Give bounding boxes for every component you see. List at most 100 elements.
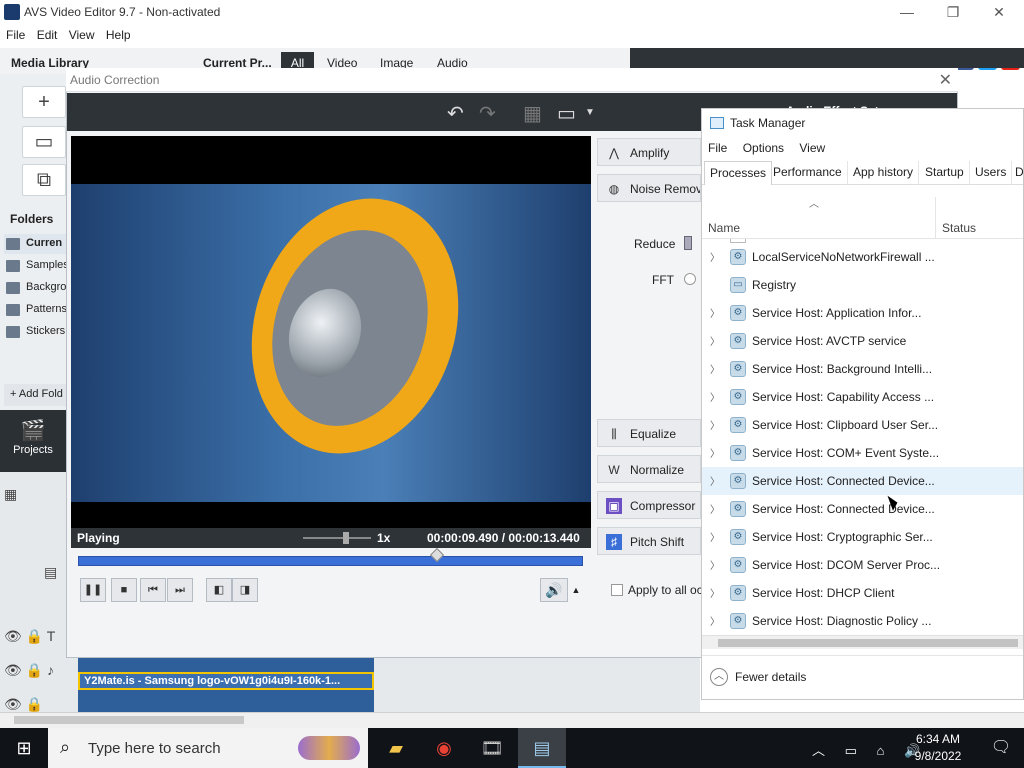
process-row[interactable]: 〉 ⚙ Service Host: Background Intelli... bbox=[702, 355, 1023, 383]
windows-start-icon[interactable]: ⊞ bbox=[0, 728, 48, 768]
process-row[interactable]: 〉 ⚙ LocalServiceNoNetworkFirewall ... bbox=[702, 243, 1023, 271]
process-row[interactable]: 〉 ⚙ Service Host: Diagnostic Policy ... bbox=[702, 607, 1023, 635]
menu-view[interactable]: View bbox=[67, 24, 97, 46]
storyboard-icon[interactable]: ▦ bbox=[4, 486, 17, 503]
menu-edit[interactable]: Edit bbox=[35, 24, 60, 46]
process-row[interactable]: 〉 ⚙ Service Host: Connected Device... bbox=[702, 495, 1023, 523]
process-row[interactable]: 〉 ⚙ Service Host: COM+ Event Syste... bbox=[702, 439, 1023, 467]
effect-compressor-button[interactable]: ▣ Compressor bbox=[597, 491, 701, 519]
reduce-slider[interactable] bbox=[684, 236, 692, 250]
chevron-right-icon[interactable]: 〉 bbox=[710, 333, 720, 348]
video-capture-icon[interactable]: ▭ bbox=[22, 126, 66, 158]
eye-lock-music-icon[interactable]: 👁 🔒 ♪ bbox=[4, 662, 54, 679]
process-list-scrollbar[interactable] bbox=[702, 635, 1023, 649]
chevron-right-icon[interactable]: 〉 bbox=[710, 305, 720, 320]
folder-item[interactable]: Stickers bbox=[4, 322, 66, 342]
apply-to-all-checkbox[interactable]: Apply to all occ bbox=[611, 583, 709, 597]
taskbar-search-box[interactable]: ⌕ Type here to search bbox=[48, 728, 368, 768]
file-explorer-icon[interactable]: ▰ bbox=[372, 728, 420, 768]
column-divider[interactable] bbox=[935, 197, 936, 239]
task-manager-taskbar-icon[interactable]: ▤ bbox=[518, 728, 566, 768]
chevron-down-icon[interactable]: ▼ bbox=[585, 107, 595, 118]
projects-button[interactable]: 🎬 Projects bbox=[0, 410, 66, 472]
restore-button[interactable]: ❐ bbox=[930, 0, 976, 24]
menu-file[interactable]: File bbox=[4, 24, 27, 46]
audio-clip[interactable]: Y2Mate.is - Samsung logo-vOW1g0i4u9I-160… bbox=[78, 672, 374, 690]
tm-menu-options[interactable]: Options bbox=[737, 139, 790, 157]
mark-out-button[interactable]: ◨ bbox=[232, 578, 258, 602]
effect-amplify-button[interactable]: ⋀ Amplify bbox=[597, 138, 701, 166]
tab-users[interactable]: Users bbox=[970, 161, 1013, 185]
sort-chevron-up-icon[interactable]: ︿ bbox=[809, 195, 819, 210]
seek-bar[interactable] bbox=[78, 556, 583, 566]
stop-button[interactable]: ■ bbox=[111, 578, 137, 602]
next-frame-button[interactable]: ⏭ bbox=[167, 578, 193, 602]
tm-menu-file[interactable]: File bbox=[702, 139, 733, 157]
chevron-right-icon[interactable]: 〉 bbox=[710, 529, 720, 544]
chevron-right-icon[interactable]: 〉 bbox=[710, 557, 720, 572]
process-row[interactable]: 〉 ⚙ Service Host: AVCTP service bbox=[702, 327, 1023, 355]
taskbar-clock[interactable]: 6:34 AM 9/8/2022 bbox=[908, 731, 968, 765]
effect-noise-removal-button[interactable]: ◍Noise Removal bbox=[597, 174, 701, 202]
volume-icon[interactable]: 🔊 bbox=[540, 578, 568, 602]
chevron-right-icon[interactable]: 〉 bbox=[710, 249, 720, 264]
effect-pitch-shift-button[interactable]: ♯ Pitch Shift bbox=[597, 527, 701, 555]
tab-app-history[interactable]: App history bbox=[848, 161, 920, 185]
fft-radio[interactable] bbox=[684, 273, 696, 285]
add-icon[interactable]: + bbox=[22, 86, 66, 118]
notification-icon[interactable]: 🗨 bbox=[978, 728, 1024, 768]
chevron-right-icon[interactable]: 〉 bbox=[710, 389, 720, 404]
speed-slider[interactable] bbox=[303, 537, 371, 539]
speed-slider-thumb[interactable] bbox=[343, 532, 349, 544]
process-row[interactable]: 〉 ⚙ Service Host: DCOM Server Proc... bbox=[702, 551, 1023, 579]
chevron-right-icon[interactable]: 〉 bbox=[710, 473, 720, 488]
monitor-icon[interactable]: ▭ bbox=[557, 101, 576, 126]
undo-icon[interactable]: ↶ bbox=[447, 101, 464, 126]
eye-lock-text-icon[interactable]: 👁 🔒 T bbox=[4, 628, 55, 645]
process-row[interactable]: 〉 ⚙ Service Host: DHCP Client bbox=[702, 579, 1023, 607]
folder-item[interactable]: Curren bbox=[4, 234, 66, 254]
chevron-right-icon[interactable]: 〉 bbox=[710, 417, 720, 432]
mark-in-button[interactable]: ◧ bbox=[206, 578, 232, 602]
effect-normalize-button[interactable]: W Normalize bbox=[597, 455, 701, 483]
menu-help[interactable]: Help bbox=[104, 24, 133, 46]
process-row[interactable]: 〉 ⚙ Service Host: Application Infor... bbox=[702, 299, 1023, 327]
effect-equalize-button[interactable]: ⫼ Equalize bbox=[597, 419, 701, 447]
folder-item[interactable]: Samples bbox=[4, 256, 66, 276]
folder-item[interactable]: Backgro bbox=[4, 278, 66, 298]
chevron-right-icon[interactable]: 〉 bbox=[710, 445, 720, 460]
scroll-thumb[interactable] bbox=[14, 716, 244, 724]
tab-performance[interactable]: Performance bbox=[768, 161, 848, 185]
folder-item[interactable]: Patterns bbox=[4, 300, 66, 320]
process-row[interactable]: 〉 ⚙ Service Host: Connected Device... bbox=[702, 467, 1023, 495]
eye-lock-track-icon[interactable]: 👁 🔒 bbox=[4, 696, 43, 713]
chrome-icon[interactable]: ◉ bbox=[420, 728, 468, 768]
redo-icon[interactable]: ↷ bbox=[479, 101, 496, 126]
add-folder-button[interactable]: + Add Fold bbox=[4, 384, 68, 406]
tab-processes[interactable]: Processes bbox=[704, 161, 773, 185]
screen-capture-icon[interactable]: ⧉ bbox=[22, 164, 66, 196]
avs-video-editor-icon[interactable]: 🎞 bbox=[468, 728, 516, 768]
grid-icon[interactable]: ▦ bbox=[523, 101, 542, 126]
process-row[interactable]: 〉 ⚙ Service Host: Capability Access ... bbox=[702, 383, 1023, 411]
fewer-details-button[interactable]: ︿ Fewer details bbox=[702, 655, 1023, 699]
tab-details[interactable]: D bbox=[1010, 161, 1023, 185]
chevron-right-icon[interactable]: 〉 bbox=[710, 361, 720, 376]
tm-menu-view[interactable]: View bbox=[793, 139, 831, 157]
process-row[interactable]: 〉 ⚙ Service Host: Clipboard User Ser... bbox=[702, 411, 1023, 439]
column-status[interactable]: Status bbox=[942, 221, 976, 235]
previous-frame-button[interactable]: ⏮ bbox=[140, 578, 166, 602]
chevron-up-icon[interactable]: ▲ bbox=[568, 578, 584, 602]
timeline-scrollbar[interactable] bbox=[0, 712, 1024, 728]
process-row[interactable]: 〉 ⚙ Service Host: Cryptographic Ser... bbox=[702, 523, 1023, 551]
close-button[interactable]: ✕ bbox=[976, 0, 1022, 24]
chevron-right-icon[interactable]: 〉 bbox=[710, 613, 720, 628]
scroll-thumb[interactable] bbox=[718, 639, 1018, 647]
chevron-right-icon[interactable]: 〉 bbox=[710, 585, 720, 600]
minimize-button[interactable]: — bbox=[884, 0, 930, 24]
pause-button[interactable]: ❚❚ bbox=[80, 578, 106, 602]
process-row[interactable]: ▭ Registry bbox=[702, 271, 1023, 299]
tab-startup[interactable]: Startup bbox=[920, 161, 970, 185]
chevron-right-icon[interactable]: 〉 bbox=[710, 501, 720, 516]
close-icon[interactable]: ✕ bbox=[939, 70, 952, 90]
